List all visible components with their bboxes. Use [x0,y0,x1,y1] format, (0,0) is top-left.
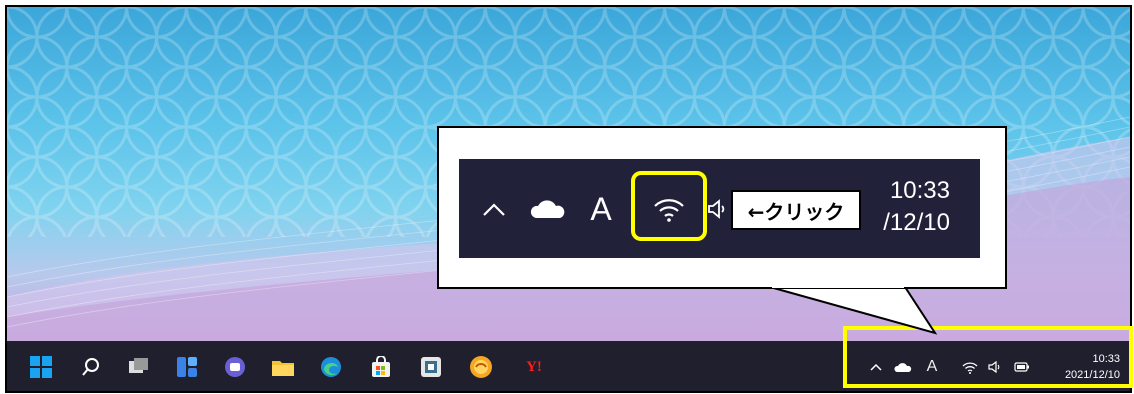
zoom-date: /12/10 [883,209,950,236]
zoomed-tray: A 10:33 /12/10 [459,159,980,258]
yahoo-label: Y! [526,358,542,375]
store-icon[interactable] [369,355,393,379]
click-instruction-text: ←クリック [747,199,845,224]
zoom-ime-label: A [590,190,612,227]
file-explorer-icon[interactable] [271,355,295,379]
edge-icon[interactable] [319,355,343,379]
zoom-speaker-icon [707,193,727,225]
wifi-highlight-box [631,171,707,241]
browser-icon[interactable] [469,355,493,379]
windows-start-icon[interactable] [29,355,53,379]
teams-chat-icon[interactable] [223,355,247,379]
search-icon[interactable] [79,355,103,379]
click-instruction-label: ←クリック [731,190,861,230]
app-icon[interactable] [419,355,443,379]
zoom-ime-indicator: A [586,189,616,229]
zoom-chevron-icon [479,192,509,226]
widgets-icon[interactable] [175,355,199,379]
zoom-onedrive-cloud-icon [527,192,569,226]
yahoo-icon[interactable]: Y! [519,355,549,379]
zoom-clock: 10:33 /12/10 [883,175,950,239]
zoom-time: 10:33 [889,177,950,204]
tray-highlight-box [843,326,1133,388]
task-view-icon[interactable] [127,355,151,379]
